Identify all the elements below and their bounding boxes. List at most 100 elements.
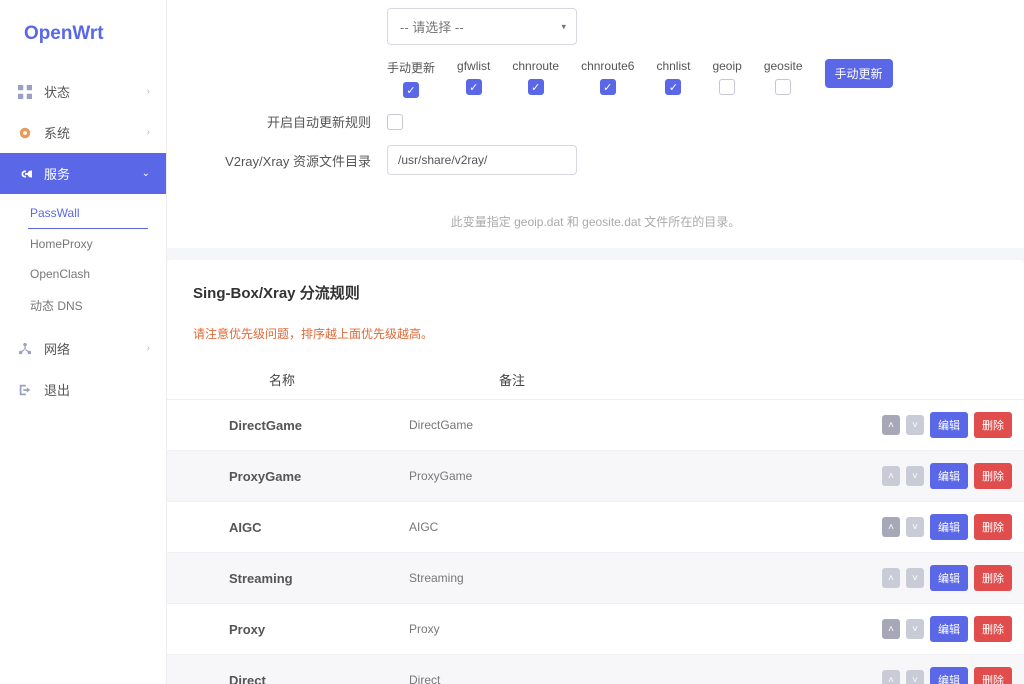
rule-row: ProxyProxy ˄ ˅ 编辑删除 bbox=[167, 604, 1024, 655]
subnav-ddns[interactable]: 动态 DNS bbox=[0, 289, 166, 322]
cb-label: gfwlist bbox=[457, 59, 490, 73]
nav-logout[interactable]: 退出 bbox=[0, 369, 166, 410]
move-up-button[interactable]: ˄ bbox=[882, 619, 900, 639]
chevron-right-icon: › bbox=[147, 343, 150, 354]
delete-button[interactable]: 删除 bbox=[974, 412, 1012, 438]
rule-name: Proxy bbox=[179, 622, 409, 637]
checkbox-autoupdate[interactable] bbox=[387, 114, 403, 130]
edit-button[interactable]: 编辑 bbox=[930, 565, 968, 591]
nav-label: 退出 bbox=[44, 380, 70, 399]
nav-network[interactable]: 网络 › bbox=[0, 328, 166, 369]
delete-button[interactable]: 删除 bbox=[974, 463, 1012, 489]
move-down-button[interactable]: ˅ bbox=[906, 619, 924, 639]
nav-label: 系统 bbox=[44, 123, 70, 142]
checkbox-chnroute[interactable] bbox=[528, 79, 544, 95]
move-down-button[interactable]: ˅ bbox=[906, 466, 924, 486]
rule-note: DirectGame bbox=[409, 418, 639, 432]
select-dropdown[interactable]: -- 请选择 -- ▾ bbox=[387, 8, 577, 45]
cb-label: chnroute bbox=[512, 59, 559, 73]
move-down-button[interactable]: ˅ bbox=[906, 517, 924, 537]
delete-button[interactable]: 删除 bbox=[974, 616, 1012, 642]
svg-text:OpenWrt: OpenWrt bbox=[24, 23, 104, 44]
rule-name: DirectGame bbox=[179, 418, 409, 433]
services-submenu: PassWall HomeProxy OpenClash 动态 DNS bbox=[0, 194, 166, 328]
caret-icon: ▾ bbox=[561, 21, 566, 32]
nav-label: 服务 bbox=[44, 164, 70, 183]
checkbox-geoip[interactable] bbox=[719, 79, 735, 95]
cb-label: 手动更新 bbox=[387, 59, 435, 76]
move-down-button[interactable]: ˅ bbox=[906, 568, 924, 588]
nav-label: 网络 bbox=[44, 339, 70, 358]
cb-label: chnroute6 bbox=[581, 59, 634, 73]
cb-label: geoip bbox=[712, 59, 741, 73]
delete-button[interactable]: 删除 bbox=[974, 667, 1012, 684]
rule-note: Proxy bbox=[409, 622, 639, 636]
move-down-button[interactable]: ˅ bbox=[906, 415, 924, 435]
brand-logo: OpenWrt bbox=[0, 0, 166, 71]
edit-button[interactable]: 编辑 bbox=[930, 667, 968, 684]
move-up-button[interactable]: ˄ bbox=[882, 517, 900, 537]
rule-row: ProxyGameProxyGame ˄ ˅ 编辑删除 bbox=[167, 451, 1024, 502]
nav-status[interactable]: 状态 › bbox=[0, 71, 166, 112]
rule-row: DirectGameDirectGame ˄ ˅ 编辑删除 bbox=[167, 400, 1024, 451]
select-placeholder: -- 请选择 -- bbox=[400, 20, 464, 35]
move-up-button[interactable]: ˄ bbox=[882, 568, 900, 588]
checkbox-geosite[interactable] bbox=[775, 79, 791, 95]
subnav-passwall[interactable]: PassWall bbox=[28, 198, 148, 229]
move-up-button[interactable]: ˄ bbox=[882, 466, 900, 486]
subnav-homeproxy[interactable]: HomeProxy bbox=[0, 229, 166, 259]
rule-note: ProxyGame bbox=[409, 469, 639, 483]
sidebar: OpenWrt 状态 › 系统 › 服务 ⌄ PassWall HomeProx… bbox=[0, 0, 167, 684]
move-down-button[interactable]: ˅ bbox=[906, 670, 924, 684]
subnav-openclash[interactable]: OpenClash bbox=[0, 259, 166, 289]
move-up-button[interactable]: ˄ bbox=[882, 415, 900, 435]
link-icon bbox=[16, 167, 34, 181]
rules-card: Sing-Box/Xray 分流规则 请注意优先级问题，排序越上面优先级越高。 … bbox=[167, 260, 1024, 684]
chevron-down-icon: ⌄ bbox=[142, 168, 150, 179]
exit-icon bbox=[16, 383, 34, 397]
main-content: -- 请选择 -- ▾ 手动更新 gfwlist chnroute chnrou… bbox=[167, 0, 1024, 684]
rule-row: DirectDirect ˄ ˅ 编辑删除 bbox=[167, 655, 1024, 684]
edit-button[interactable]: 编辑 bbox=[930, 412, 968, 438]
edit-button[interactable]: 编辑 bbox=[930, 616, 968, 642]
resdir-hint: 此变量指定 geoip.dat 和 geosite.dat 文件所在的目录。 bbox=[187, 189, 1004, 230]
rule-name: Streaming bbox=[179, 571, 409, 586]
edit-button[interactable]: 编辑 bbox=[930, 463, 968, 489]
checkbox-manual[interactable] bbox=[403, 82, 419, 98]
nav-services[interactable]: 服务 ⌄ bbox=[0, 153, 166, 194]
card-title: Sing-Box/Xray 分流规则 bbox=[167, 260, 1024, 311]
col-name: 名称 bbox=[167, 370, 397, 389]
network-icon bbox=[16, 342, 34, 356]
move-up-button[interactable]: ˄ bbox=[882, 670, 900, 684]
rule-note: Streaming bbox=[409, 571, 639, 585]
geo-settings-panel: -- 请选择 -- ▾ 手动更新 gfwlist chnroute chnrou… bbox=[167, 0, 1024, 248]
rule-row: StreamingStreaming ˄ ˅ 编辑删除 bbox=[167, 553, 1024, 604]
resdir-input[interactable] bbox=[387, 145, 577, 175]
checkbox-chnlist[interactable] bbox=[665, 79, 681, 95]
chevron-right-icon: › bbox=[147, 127, 150, 138]
card-warning: 请注意优先级问题，排序越上面优先级越高。 bbox=[167, 311, 1024, 360]
rule-name: ProxyGame bbox=[179, 469, 409, 484]
rule-name: AIGC bbox=[179, 520, 409, 535]
nav-label: 状态 bbox=[44, 82, 70, 101]
nav-system[interactable]: 系统 › bbox=[0, 112, 166, 153]
checkbox-gfwlist[interactable] bbox=[466, 79, 482, 95]
chevron-right-icon: › bbox=[147, 86, 150, 97]
rule-note: AIGC bbox=[409, 520, 639, 534]
gear-icon bbox=[16, 126, 34, 140]
table-header: 名称 备注 bbox=[167, 360, 1024, 400]
grid-icon bbox=[16, 85, 34, 99]
rule-name: Direct bbox=[179, 673, 409, 684]
cb-label: geosite bbox=[764, 59, 803, 73]
auto-update-label: 开启自动更新规则 bbox=[187, 112, 387, 131]
delete-button[interactable]: 删除 bbox=[974, 514, 1012, 540]
delete-button[interactable]: 删除 bbox=[974, 565, 1012, 591]
rule-row: AIGCAIGC ˄ ˅ 编辑删除 bbox=[167, 502, 1024, 553]
cb-label: chnlist bbox=[656, 59, 690, 73]
resdir-label: V2ray/Xray 资源文件目录 bbox=[187, 151, 387, 170]
edit-button[interactable]: 编辑 bbox=[930, 514, 968, 540]
manual-update-button[interactable]: 手动更新 bbox=[825, 59, 893, 88]
col-note: 备注 bbox=[397, 370, 627, 389]
checkbox-chnroute6[interactable] bbox=[600, 79, 616, 95]
rule-note: Direct bbox=[409, 673, 639, 684]
